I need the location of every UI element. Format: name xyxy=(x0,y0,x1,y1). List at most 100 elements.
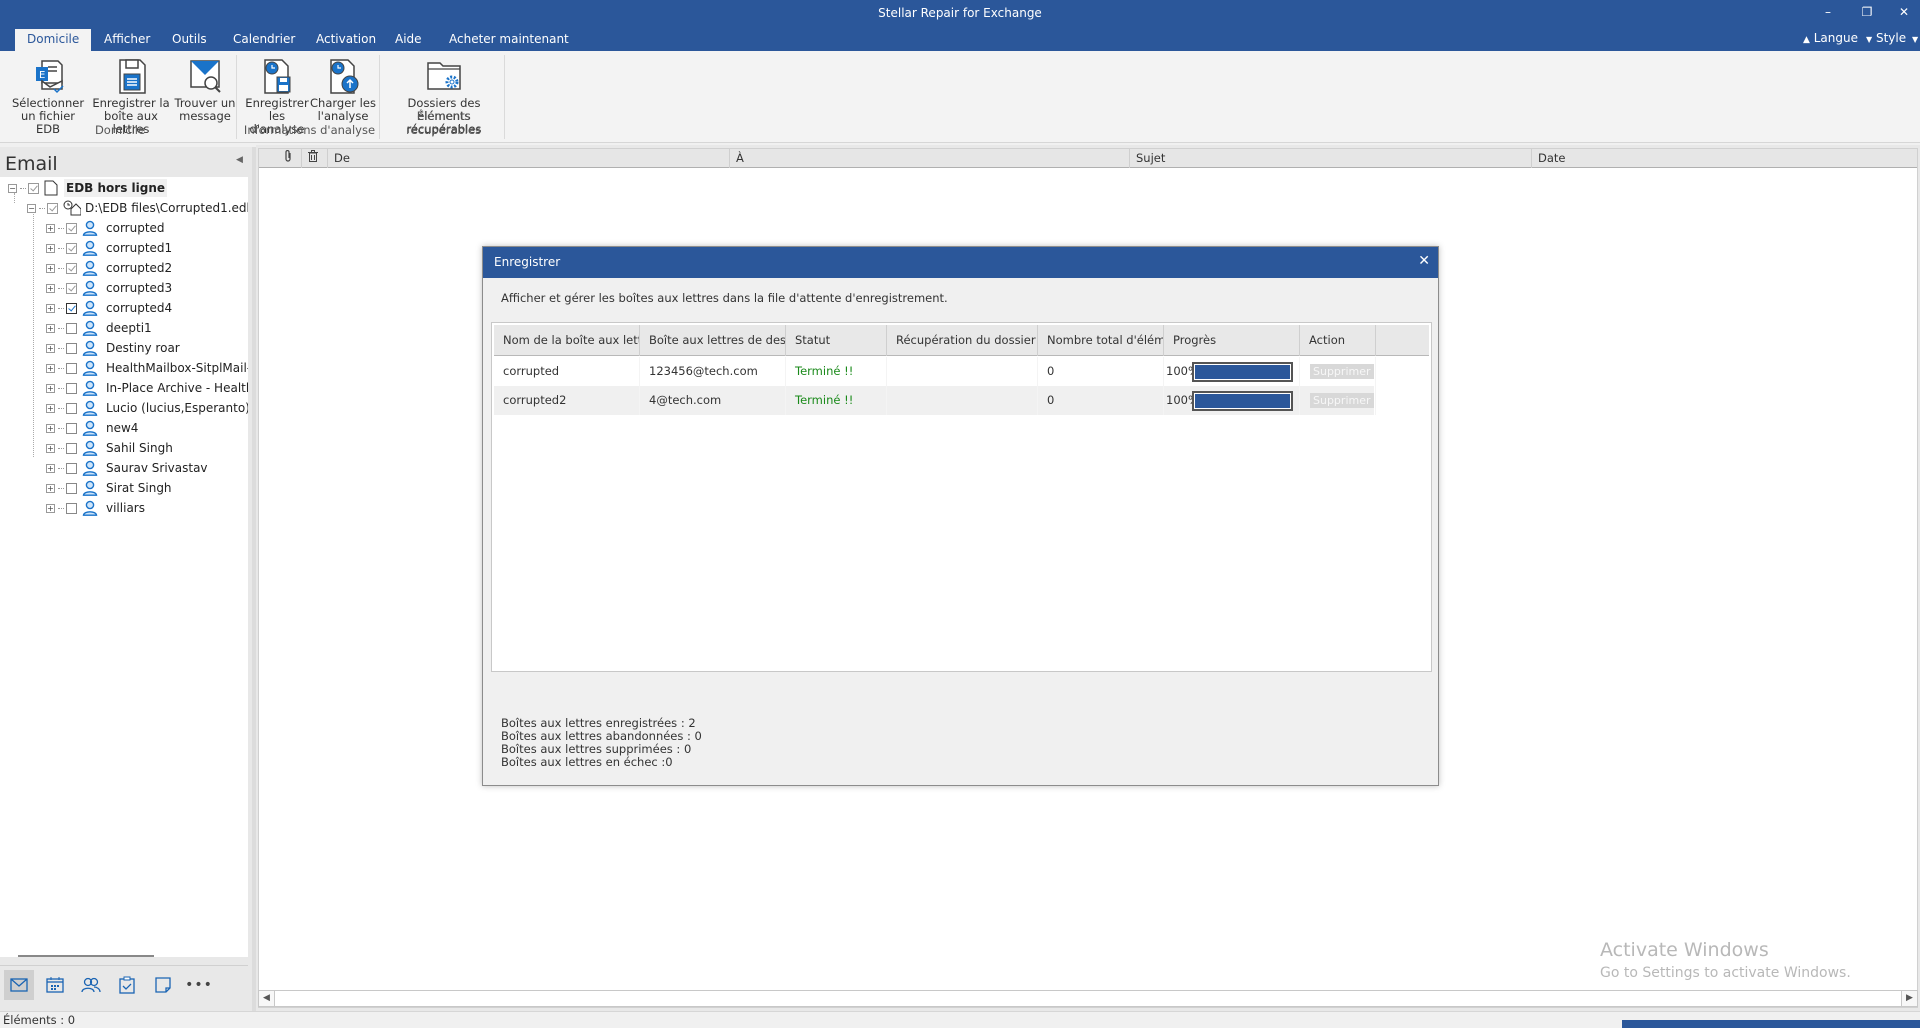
tree-label: EDB hors ligne xyxy=(64,179,168,197)
delete-column-header[interactable] xyxy=(301,149,325,168)
tree-node-mailbox[interactable]: + Sahil Singh xyxy=(46,439,173,457)
column-header-subject[interactable]: Sujet xyxy=(1129,149,1529,168)
user-icon xyxy=(82,420,98,436)
find-message-button[interactable]: Trouver un message xyxy=(174,57,236,123)
expand-icon[interactable]: + xyxy=(46,363,55,373)
collapse-icon[interactable]: − xyxy=(27,203,36,213)
more-nav-button[interactable]: ••• xyxy=(184,970,214,1000)
expand-icon[interactable]: + xyxy=(46,423,55,433)
tree-node-mailbox[interactable]: + new4 xyxy=(46,419,138,437)
mail-nav-button[interactable] xyxy=(4,970,34,1000)
tab-acheter-maintenant[interactable]: Acheter maintenant xyxy=(437,29,581,51)
delete-button[interactable]: Supprimer xyxy=(1310,364,1374,379)
tab-activation[interactable]: Activation xyxy=(304,29,388,51)
tree-node-mailbox[interactable]: + corrupted3 xyxy=(46,279,172,297)
expand-icon[interactable]: + xyxy=(46,323,55,333)
checkbox[interactable] xyxy=(66,302,77,314)
expand-icon[interactable]: + xyxy=(46,223,55,233)
tree-node-root[interactable]: − EDB hors ligne xyxy=(8,179,168,197)
column-header-progress[interactable]: Progrès xyxy=(1164,325,1300,356)
expand-icon[interactable]: + xyxy=(46,503,55,513)
column-header-from[interactable]: De xyxy=(327,149,727,168)
scroll-right-icon[interactable]: ▶ xyxy=(1901,991,1917,1006)
column-header-destination[interactable]: Boîte aux lettres de desti... xyxy=(640,325,786,356)
tree-horizontal-scrollbar[interactable] xyxy=(18,955,154,957)
expand-icon[interactable]: + xyxy=(46,283,55,293)
tasks-nav-button[interactable] xyxy=(112,970,142,1000)
style-menu[interactable]: ▼ Style ▼ xyxy=(1866,31,1918,45)
expand-icon[interactable]: + xyxy=(46,243,55,253)
tree-node-mailbox[interactable]: + corrupted xyxy=(46,219,165,237)
expand-icon[interactable]: + xyxy=(46,263,55,273)
progress-bar-fill xyxy=(1195,365,1290,379)
column-header-action[interactable]: Action xyxy=(1300,325,1376,356)
expand-icon[interactable]: + xyxy=(46,403,55,413)
column-header-date[interactable]: Date xyxy=(1531,149,1917,168)
tree-node-mailbox[interactable]: + corrupted1 xyxy=(46,239,172,257)
notes-nav-button[interactable] xyxy=(148,970,178,1000)
checkbox[interactable] xyxy=(66,382,77,394)
column-header-mailbox-name[interactable]: Nom de la boîte aux lettr... xyxy=(494,325,640,356)
grid-row[interactable]: corrupted2 4@tech.com Terminé !! 0 100% Suppr… xyxy=(494,386,1376,415)
column-header-status[interactable]: Statut xyxy=(786,325,887,356)
restore-button[interactable]: ❐ xyxy=(1855,4,1879,20)
checkbox[interactable] xyxy=(47,202,58,214)
tree-node-edb-file[interactable]: − D:\EDB files\Corrupted1.edb xyxy=(27,199,248,217)
column-header-to[interactable]: À xyxy=(729,149,1129,168)
load-scan-button[interactable]: Charger les l'analyse xyxy=(310,57,376,123)
calendar-nav-button[interactable] xyxy=(40,970,70,1000)
langue-menu[interactable]: ▲ Langue xyxy=(1803,31,1858,45)
user-icon xyxy=(82,480,98,496)
tree-node-mailbox[interactable]: + In-Place Archive - HealthMai xyxy=(46,379,248,397)
expand-icon[interactable]: + xyxy=(46,483,55,493)
tree-node-mailbox[interactable]: + Lucio (lucius,Esperanto) xyxy=(46,399,248,417)
expand-icon[interactable]: + xyxy=(46,343,55,353)
minimize-button[interactable]: – xyxy=(1816,4,1840,20)
user-icon xyxy=(82,440,98,456)
tree-node-mailbox[interactable]: + Saurav Srivastav xyxy=(46,459,208,477)
tab-outils[interactable]: Outils xyxy=(160,29,219,51)
tree-node-mailbox[interactable]: + deepti1 xyxy=(46,319,152,337)
message-list-horizontal-scrollbar[interactable]: ◀ ▶ xyxy=(258,990,1918,1007)
expand-icon[interactable]: + xyxy=(46,463,55,473)
expand-icon[interactable]: + xyxy=(46,303,55,313)
collapse-pane-icon[interactable]: ◀ xyxy=(236,155,243,165)
checkbox[interactable] xyxy=(66,482,77,494)
checkbox[interactable] xyxy=(28,182,39,194)
checkbox[interactable] xyxy=(66,422,77,434)
checkbox[interactable] xyxy=(66,242,77,254)
tree-node-mailbox[interactable]: + HealthMailbox-SitplMail-Cor xyxy=(46,359,248,377)
tree-node-mailbox[interactable]: + Destiny roar xyxy=(46,339,180,357)
grid-row[interactable]: corrupted 123456@tech.com Terminé !! 0 100% S… xyxy=(494,357,1376,386)
expand-icon[interactable]: + xyxy=(46,443,55,453)
tree-node-mailbox[interactable]: + villiars xyxy=(46,499,145,517)
attachment-column-header[interactable] xyxy=(279,149,299,168)
column-header-folder-recovery[interactable]: Récupération du dossier xyxy=(887,325,1038,356)
column-header-total-items[interactable]: Nombre total d'élém... xyxy=(1038,325,1164,356)
contacts-nav-button[interactable] xyxy=(76,970,106,1000)
tree-node-mailbox[interactable]: + Sirat Singh xyxy=(46,479,172,497)
close-button[interactable]: ✕ xyxy=(1892,4,1916,20)
checkbox[interactable] xyxy=(66,262,77,274)
tab-domicile[interactable]: Domicile xyxy=(15,29,92,51)
checkbox[interactable] xyxy=(66,222,77,234)
checkbox[interactable] xyxy=(66,322,77,334)
collapse-icon[interactable]: − xyxy=(8,183,17,193)
checkbox[interactable] xyxy=(66,282,77,294)
tree-node-mailbox[interactable]: + corrupted2 xyxy=(46,259,172,277)
tab-calendrier[interactable]: Calendrier xyxy=(221,29,307,51)
tree-node-mailbox[interactable]: + corrupted4 xyxy=(46,299,172,317)
expand-icon[interactable]: + xyxy=(46,383,55,393)
checkbox[interactable] xyxy=(66,462,77,474)
tab-afficher[interactable]: Afficher xyxy=(92,29,162,51)
tab-aide[interactable]: Aide xyxy=(383,29,434,51)
checkbox[interactable] xyxy=(66,502,77,514)
scroll-left-icon[interactable]: ◀ xyxy=(259,991,275,1006)
delete-button[interactable]: Supprimer xyxy=(1310,393,1374,408)
checkbox[interactable] xyxy=(66,402,77,414)
dialog-close-button[interactable]: ✕ xyxy=(1418,247,1430,278)
checkbox[interactable] xyxy=(66,342,77,354)
user-icon xyxy=(82,320,98,336)
checkbox[interactable] xyxy=(66,442,77,454)
checkbox[interactable] xyxy=(66,362,77,374)
